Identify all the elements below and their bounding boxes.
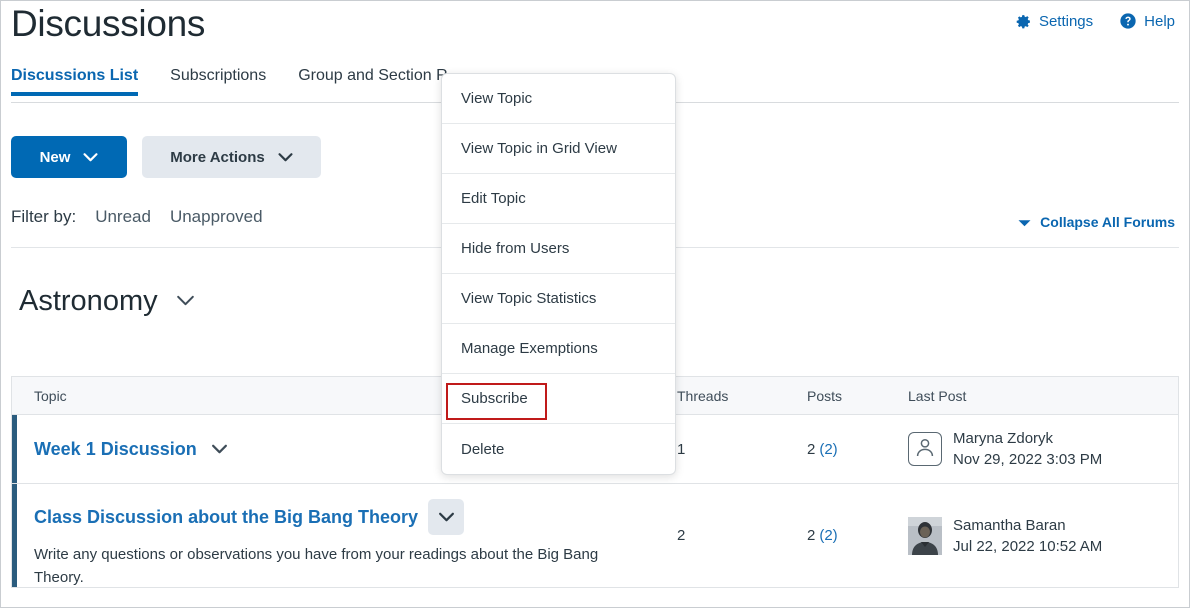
new-button[interactable]: New [11,136,127,178]
tab-discussions-list[interactable]: Discussions List [11,67,154,96]
last-post-author: Maryna Zdoryk [953,430,1054,447]
topic-actions-chevron-down-icon[interactable] [207,436,233,462]
collapse-all-forums-button[interactable]: Collapse All Forums [1018,214,1175,230]
menu-item-subscribe-label: Subscribe [461,390,528,407]
column-header-threads: Threads [677,387,729,404]
help-label: Help [1144,12,1175,30]
posts-unread-link[interactable]: (2) [819,527,837,544]
tab-subscriptions[interactable]: Subscriptions [154,67,282,96]
forum-chevron-down-icon[interactable] [176,293,195,311]
last-post-cell: Maryna Zdoryk Nov 29, 2022 3:03 PM [906,415,1178,483]
menu-item-delete[interactable]: Delete [442,424,675,474]
help-circle-icon [1119,12,1137,30]
page-title: Discussions [11,3,206,44]
topic-actions-chevron-down-icon[interactable] [428,499,465,535]
header-actions: Settings Help [1015,12,1175,30]
posts-count: 2 [807,440,816,458]
posts-cell: 2 (2) [806,484,906,587]
forum-name: Astronomy [19,285,158,317]
last-post-author: Samantha Baran [953,516,1066,534]
posts-cell: 2 (2) [806,415,906,483]
threads-count: 2 [677,527,686,544]
chevron-down-icon [83,149,98,166]
menu-item-subscribe[interactable]: Subscribe [442,374,675,424]
caret-down-icon [1018,214,1031,230]
posts-unread-link[interactable]: (2) [819,441,837,458]
placeholder-person-icon [913,435,937,464]
tab-group-and-section-restrictions[interactable]: Group and Section R [282,67,463,96]
column-header-last-post: Last Post [908,387,967,404]
column-header-posts: Posts [807,387,843,404]
discussions-page: Discussions Settings Help Discussions Li… [0,0,1190,608]
new-button-label: New [39,148,71,166]
topic-cell: Class Discussion about the Big Bang Theo… [12,484,674,587]
settings-button[interactable]: Settings [1015,13,1093,30]
menu-item-manage-exemptions[interactable]: Manage Exemptions [442,324,675,374]
last-post-date: Nov 29, 2022 3:03 PM [953,451,1103,468]
chevron-down-icon [278,149,293,166]
settings-label: Settings [1038,12,1094,30]
topic-context-menu: View Topic View Topic in Grid View Edit … [441,73,676,475]
collapse-all-forums-label: Collapse All Forums [1040,214,1175,230]
threads-count: 1 [677,440,686,458]
menu-item-view-topic-in-grid-view[interactable]: View Topic in Grid View [442,124,675,174]
last-post-cell: Samantha Baran Jul 22, 2022 10:52 AM [906,484,1178,587]
posts-count: 2 [807,527,816,544]
gear-icon [1015,13,1032,30]
menu-item-view-topic-statistics[interactable]: View Topic Statistics [442,274,675,324]
avatar [908,432,942,466]
more-actions-button[interactable]: More Actions [142,136,321,178]
filter-label: Filter by: [11,207,77,226]
threads-cell: 1 [674,415,806,483]
forum-header: Astronomy [19,285,195,318]
help-button[interactable]: Help [1119,12,1175,30]
more-actions-label: More Actions [170,148,265,166]
row-accent-bar [12,415,17,483]
row-accent-bar [12,484,17,587]
avatar [908,516,942,555]
filter-unread[interactable]: Unread [95,207,151,227]
menu-item-view-topic[interactable]: View Topic [442,74,675,124]
avatar-photo-image [908,516,942,555]
threads-cell: 2 [674,484,806,587]
last-post-date: Jul 22, 2022 10:52 AM [953,537,1103,555]
topic-description: Write any questions or observations you … [34,546,599,587]
filter-bar: Filter by: Unread Unapproved [11,207,263,227]
topic-link[interactable]: Week 1 Discussion [34,439,197,460]
table-row: Class Discussion about the Big Bang Theo… [12,484,1178,588]
menu-item-edit-topic[interactable]: Edit Topic [442,174,675,224]
action-bar: New More Actions [11,136,321,178]
menu-item-hide-from-users[interactable]: Hide from Users [442,224,675,274]
filter-unapproved[interactable]: Unapproved [170,207,263,227]
topic-link[interactable]: Class Discussion about the Big Bang Theo… [34,507,418,528]
